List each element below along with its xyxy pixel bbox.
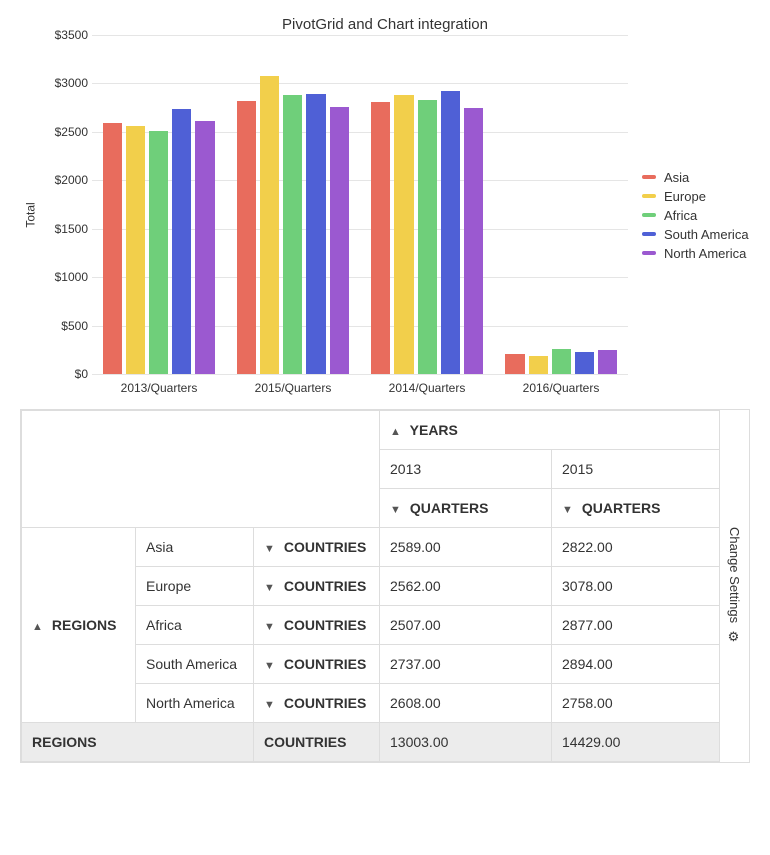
legend-item[interactable]: North America (642, 246, 750, 261)
legend-label: South America (664, 227, 749, 242)
chart-bar[interactable] (330, 107, 349, 374)
legend-swatch (642, 251, 656, 255)
chart-bar[interactable] (237, 101, 256, 374)
pivot-total-regions: REGIONS (22, 723, 254, 762)
pivot-cell: 2507.00 (380, 606, 552, 645)
pivot-quarters-2015[interactable]: ▼ QUARTERS (552, 489, 720, 528)
pivot-region-name[interactable]: Asia (136, 528, 254, 567)
legend-label: Asia (664, 170, 689, 185)
chart-gridline (92, 374, 628, 375)
chart-y-tick: $3500 (32, 28, 88, 42)
chevron-down-icon: ▼ (264, 699, 274, 711)
change-settings-button[interactable]: Change Settings ⚙ (719, 410, 749, 762)
pivot-total-countries: COUNTRIES (254, 723, 380, 762)
pivot-years-header[interactable]: ▲ YEARS (380, 411, 720, 450)
legend-label: Europe (664, 189, 706, 204)
pivot-cell: 2894.00 (552, 645, 720, 684)
chart-plot: $0$500$1000$1500$2000$2500$3000$3500 (92, 35, 628, 375)
chart-y-tick: $1000 (32, 270, 88, 284)
chevron-down-icon: ▼ (264, 543, 274, 555)
chart-y-tick: $500 (32, 319, 88, 333)
gear-icon: ⚙ (727, 630, 742, 645)
pivot-countries-toggle[interactable]: ▼ COUNTRIES (254, 684, 380, 723)
legend-swatch (642, 175, 656, 179)
pivot-grid: ▲ YEARS 2013 2015 ▼ QUARTERS ▼ QUARTERS (20, 409, 750, 763)
pivot-cell: 3078.00 (552, 567, 720, 606)
pivot-countries-toggle[interactable]: ▼ COUNTRIES (254, 645, 380, 684)
chart-bar[interactable] (306, 94, 325, 374)
chart-bar[interactable] (441, 91, 460, 374)
chevron-down-icon: ▼ (264, 660, 274, 672)
chart-x-tick: 2016/Quarters (494, 375, 628, 395)
legend-label: Africa (664, 208, 697, 223)
pivot-region-name[interactable]: North America (136, 684, 254, 723)
legend-swatch (642, 232, 656, 236)
pivot-year-2015[interactable]: 2015 (552, 450, 720, 489)
chart-bar[interactable] (529, 356, 548, 374)
chevron-down-icon: ▼ (264, 621, 274, 633)
chart-legend: Asia Europe Africa South America North Ameri… (628, 35, 750, 395)
chevron-up-icon: ▲ (390, 426, 400, 438)
pivot-cell: 2562.00 (380, 567, 552, 606)
pivot-cell: 2608.00 (380, 684, 552, 723)
legend-item[interactable]: Africa (642, 208, 750, 223)
pivot-countries-toggle[interactable]: ▼ COUNTRIES (254, 567, 380, 606)
pivot-regions-header[interactable]: ▲ REGIONS (22, 528, 136, 723)
chart-y-tick: $0 (32, 367, 88, 381)
pivot-countries-toggle[interactable]: ▼ COUNTRIES (254, 606, 380, 645)
chart-bar[interactable] (195, 121, 214, 374)
pivot-region-name[interactable]: Africa (136, 606, 254, 645)
pivot-cell: 2737.00 (380, 645, 552, 684)
chart-bar[interactable] (260, 76, 279, 374)
chart-x-tick: 2014/Quarters (360, 375, 494, 395)
pivot-region-name[interactable]: South America (136, 645, 254, 684)
chart-title: PivotGrid and Chart integration (20, 16, 750, 33)
chevron-down-icon: ▼ (390, 504, 400, 516)
chart-y-tick: $1500 (32, 222, 88, 236)
chart-y-tick: $2500 (32, 125, 88, 139)
chart: Total $0$500$1000$1500$2000$2500$3000$35… (20, 35, 750, 395)
chevron-up-icon: ▲ (32, 621, 42, 633)
legend-swatch (642, 213, 656, 217)
pivot-total-cell: 13003.00 (380, 723, 552, 762)
chart-bar[interactable] (371, 102, 390, 374)
pivot-corner (22, 411, 380, 528)
chart-bar[interactable] (283, 95, 302, 374)
pivot-cell: 2822.00 (552, 528, 720, 567)
legend-label: North America (664, 246, 746, 261)
chart-y-tick: $2000 (32, 173, 88, 187)
legend-swatch (642, 194, 656, 198)
pivot-region-name[interactable]: Europe (136, 567, 254, 606)
chart-x-tick: 2015/Quarters (226, 375, 360, 395)
chart-bar[interactable] (505, 354, 524, 374)
chart-bar[interactable] (172, 109, 191, 374)
legend-item[interactable]: Europe (642, 189, 750, 204)
pivot-cell: 2877.00 (552, 606, 720, 645)
pivot-cell: 2589.00 (380, 528, 552, 567)
legend-item[interactable]: Asia (642, 170, 750, 185)
chart-bar[interactable] (552, 349, 571, 374)
chart-bar[interactable] (394, 95, 413, 374)
chart-x-tick: 2013/Quarters (92, 375, 226, 395)
chart-bar[interactable] (418, 100, 437, 374)
chart-bar[interactable] (464, 108, 483, 374)
chart-bar[interactable] (126, 126, 145, 374)
chart-bar[interactable] (575, 352, 594, 374)
chart-bar[interactable] (103, 123, 122, 374)
chart-y-tick: $3000 (32, 76, 88, 90)
chart-bar[interactable] (598, 350, 617, 374)
pivot-countries-toggle[interactable]: ▼ COUNTRIES (254, 528, 380, 567)
pivot-total-cell: 14429.00 (552, 723, 720, 762)
legend-item[interactable]: South America (642, 227, 750, 242)
pivot-cell: 2758.00 (552, 684, 720, 723)
pivot-quarters-2013[interactable]: ▼ QUARTERS (380, 489, 552, 528)
chart-bar[interactable] (149, 131, 168, 374)
chevron-down-icon: ▼ (264, 582, 274, 594)
chart-x-labels: 2013/Quarters2015/Quarters2014/Quarters2… (92, 375, 628, 395)
pivot-year-2013[interactable]: 2013 (380, 450, 552, 489)
chevron-down-icon: ▼ (562, 504, 572, 516)
